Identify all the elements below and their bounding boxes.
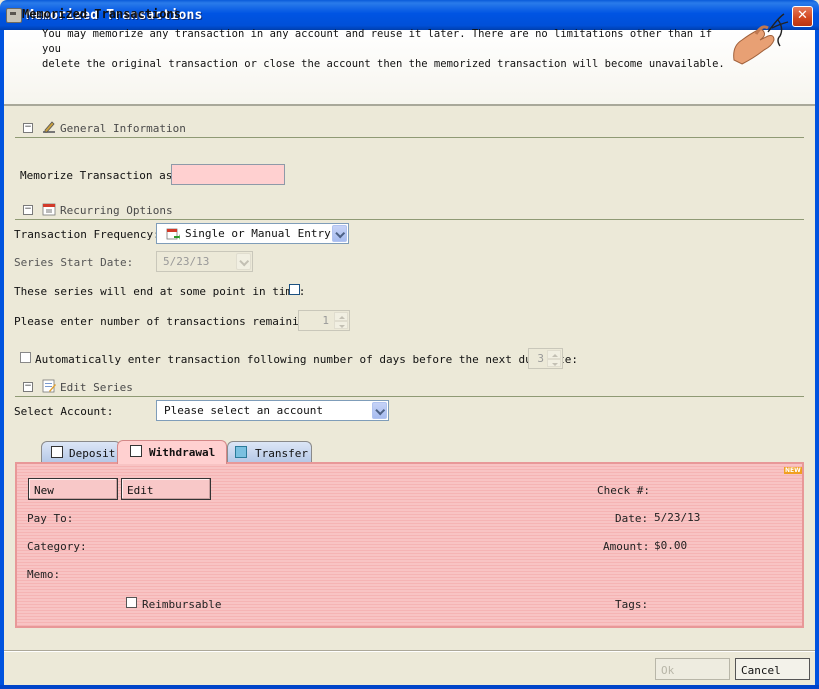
section-divider <box>15 396 804 397</box>
tab-deposit[interactable]: Deposit <box>41 441 121 463</box>
general-collapse-toggle[interactable]: − <box>23 123 33 133</box>
tags-label: Tags: <box>615 598 649 611</box>
tab-withdrawal[interactable]: Withdrawal <box>117 440 227 464</box>
recurring-section-label: Recurring Options <box>60 204 173 217</box>
amount-value[interactable]: $0.00 <box>654 539 687 552</box>
footer-divider-highlight <box>4 651 815 652</box>
section-divider <box>15 219 804 220</box>
memo-label: Memo: <box>27 568 61 581</box>
deposit-icon <box>51 446 63 458</box>
close-button[interactable]: ✕ <box>792 6 813 27</box>
date-label: Date: <box>615 512 649 525</box>
start-date-value: 5/23/13 <box>163 255 210 268</box>
memorize-as-label: Memorize Transaction as: <box>20 169 179 182</box>
window-frame-bottom <box>0 685 819 689</box>
hand-with-string-icon <box>733 13 789 65</box>
auto-enter-checkbox[interactable] <box>20 352 31 363</box>
banner-description-line-1: You may memorize any transaction in any … <box>42 28 713 55</box>
tab-withdrawal-label: Withdrawal <box>149 446 216 459</box>
account-select[interactable]: Please select an account <box>156 400 389 421</box>
auto-enter-days-value: 3 <box>537 352 544 365</box>
edit-button[interactable]: Edit <box>121 478 211 500</box>
chevron-down-icon[interactable] <box>236 253 251 270</box>
pencil-icon <box>43 121 55 133</box>
cancel-button-label: Cancel <box>741 664 781 677</box>
reimbursable-label: Reimbursable <box>142 598 222 611</box>
reimbursable-checkbox[interactable] <box>126 597 137 608</box>
tab-transfer-label: Transfer <box>255 447 308 460</box>
auto-enter-label: Automatically enter transaction followin… <box>35 353 579 366</box>
edit-series-collapse-toggle[interactable]: − <box>23 382 33 392</box>
start-date-picker[interactable]: 5/23/13 <box>156 251 253 272</box>
new-button[interactable]: New <box>28 478 118 500</box>
spin-up-icon[interactable] <box>334 312 348 321</box>
window-frame-left <box>0 30 4 689</box>
start-date-label: Series Start Date: <box>14 256 134 269</box>
banner-description-line-2: delete the original transaction or close… <box>42 58 725 70</box>
banner-description: You may memorize any transaction in any … <box>42 27 732 72</box>
calendar-arrow-icon <box>166 228 180 240</box>
category-label: Category: <box>27 540 87 553</box>
tab-deposit-label: Deposit <box>69 447 116 460</box>
edit-series-section-label: Edit Series <box>60 381 133 394</box>
auto-enter-days-stepper[interactable]: 3 <box>528 348 563 369</box>
pay-to-label: Pay To: <box>27 512 74 525</box>
tab-transfer[interactable]: Transfer <box>227 441 312 463</box>
section-divider <box>15 137 804 138</box>
series-end-label: These series will end at some point in t… <box>14 285 306 298</box>
new-button-label: New <box>34 484 54 497</box>
amount-label: Amount: <box>603 540 650 553</box>
remaining-label: Please enter number of transactions rema… <box>14 315 319 328</box>
chevron-down-icon[interactable] <box>332 225 347 242</box>
frequency-label: Transaction Frequency: <box>14 228 160 241</box>
cancel-button[interactable]: Cancel <box>735 658 810 680</box>
remaining-stepper[interactable]: 1 <box>298 310 350 331</box>
recurring-collapse-toggle[interactable]: − <box>23 205 33 215</box>
new-badge: NEW <box>784 467 802 474</box>
series-end-checkbox[interactable] <box>289 284 300 295</box>
frequency-value: Single or Manual Entry <box>185 227 331 240</box>
banner-title: Memorized Transactions <box>22 7 181 21</box>
chevron-down-icon[interactable] <box>372 402 387 419</box>
ok-button-label: Ok <box>661 664 675 677</box>
edit-button-label: Edit <box>127 484 154 497</box>
date-value[interactable]: 5/23/13 <box>654 511 700 524</box>
transfer-icon <box>235 446 247 458</box>
general-section-label: General Information <box>60 122 186 135</box>
frequency-select[interactable]: Single or Manual Entry <box>156 223 349 244</box>
select-account-label: Select Account: <box>14 405 114 418</box>
withdrawal-icon <box>130 445 142 457</box>
remaining-value: 1 <box>322 314 329 327</box>
ok-button[interactable]: Ok <box>655 658 730 680</box>
spin-down-icon[interactable] <box>334 320 348 329</box>
account-value: Please select an account <box>164 404 323 417</box>
app-icon <box>6 8 22 23</box>
edit-list-icon <box>42 379 56 393</box>
check-number-label: Check #: <box>597 484 650 497</box>
window-frame-right <box>815 30 819 689</box>
spin-down-icon[interactable] <box>547 358 561 367</box>
spin-up-icon[interactable] <box>547 350 561 359</box>
calendar-icon <box>42 203 56 216</box>
memorize-as-input[interactable] <box>171 164 285 185</box>
